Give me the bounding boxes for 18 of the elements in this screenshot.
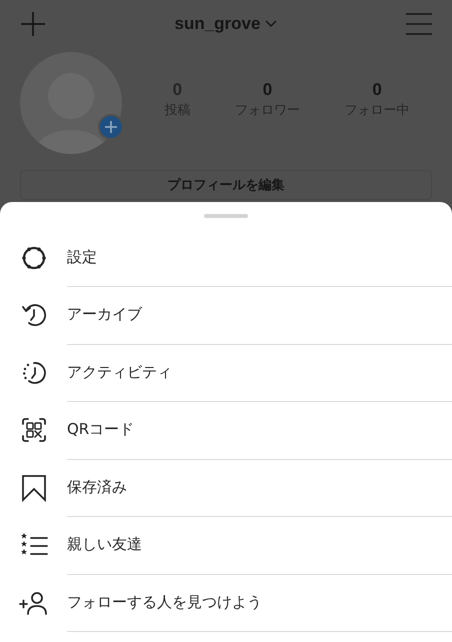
add-story-icon[interactable] <box>98 114 124 140</box>
menu-item[interactable]: 保存済み <box>67 478 127 497</box>
menu-item[interactable]: QRコード <box>67 420 134 440</box>
qr-code-icon <box>20 417 46 444</box>
add-person-icon <box>18 590 48 615</box>
sheet-handle[interactable] <box>204 214 248 218</box>
bookmark-icon <box>20 474 46 502</box>
username: sun_grove <box>174 14 260 34</box>
add-icon[interactable] <box>20 11 46 37</box>
chevron-down-icon[interactable] <box>265 20 278 28</box>
menu-icon[interactable] <box>406 13 432 35</box>
stat-count: 0 <box>372 80 382 100</box>
menu-item[interactable]: 親しい友達 <box>67 535 142 554</box>
menu-item[interactable]: アーカイブ <box>67 305 142 324</box>
menu-item[interactable]: アクティビティ <box>67 362 172 382</box>
menu-item[interactable]: 設定 <box>67 248 97 267</box>
menu-item[interactable]: フォローする人を見つけよう <box>67 592 262 612</box>
stat-count: 0 <box>262 80 272 100</box>
